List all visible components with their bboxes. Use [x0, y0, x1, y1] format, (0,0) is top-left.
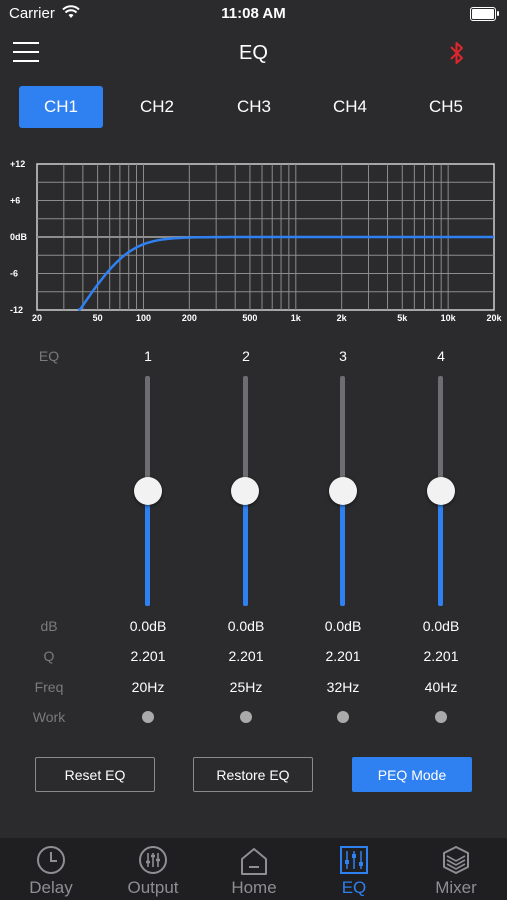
tab-label: Output	[127, 878, 179, 897]
bluetooth-icon[interactable]	[447, 40, 467, 66]
tab-ch1[interactable]: CH1	[19, 86, 103, 128]
tab-mixer[interactable]: Mixer	[416, 838, 496, 900]
band-work-toggle[interactable]	[142, 711, 154, 723]
slider-thumb[interactable]	[427, 477, 455, 505]
tab-label: Mixer	[435, 878, 477, 897]
y-axis-label: +12	[10, 159, 25, 169]
band-number: 1	[144, 348, 152, 364]
tab-ch5[interactable]: CH5	[404, 86, 488, 128]
band-db-value[interactable]: 0.0dB	[108, 618, 188, 634]
q-row-label: Q	[43, 648, 55, 664]
sliders-icon	[139, 846, 167, 874]
work-row-label: Work	[32, 709, 66, 725]
y-axis-label: +6	[10, 196, 20, 206]
y-axis-label: -12	[10, 305, 23, 315]
band-freq-value[interactable]: 40Hz	[401, 679, 481, 695]
status-bar: Carrier 11:08 AM	[0, 0, 507, 28]
band-work-toggle[interactable]	[435, 711, 447, 723]
tab-label: Home	[231, 878, 277, 897]
band-db-value[interactable]: 0.0dB	[303, 618, 383, 634]
x-axis-label: 500	[242, 313, 257, 323]
tab-ch4[interactable]: CH4	[308, 86, 392, 128]
band-q-value[interactable]: 2.201	[108, 648, 188, 664]
eq-response-graph[interactable]: +12 +6 0dB -6 -12 20 50 100 200 500 1k 2k 5k 10k 20k	[0, 150, 507, 330]
bottom-tab-bar: Delay Output Home EQ Mixer	[0, 838, 507, 900]
band-number: 2	[242, 348, 250, 364]
x-axis-label: 1k	[291, 313, 302, 323]
tab-ch3[interactable]: CH3	[212, 86, 296, 128]
tab-label: Delay	[29, 878, 73, 897]
x-axis-label: 2k	[337, 313, 348, 323]
x-axis-label: 10k	[441, 313, 457, 323]
band-work-toggle[interactable]	[240, 711, 252, 723]
band-freq-value[interactable]: 20Hz	[108, 679, 188, 695]
slider-fill	[243, 491, 248, 606]
band-db-value[interactable]: 0.0dB	[206, 618, 286, 634]
db-row-label: dB	[40, 618, 58, 634]
slider-thumb[interactable]	[231, 477, 259, 505]
band-freq-value[interactable]: 32Hz	[303, 679, 383, 695]
x-axis-label: 20k	[486, 313, 502, 323]
band-number: 3	[339, 348, 347, 364]
tab-ch2[interactable]: CH2	[115, 86, 199, 128]
tab-delay[interactable]: Delay	[11, 838, 91, 900]
slider-fill	[438, 491, 443, 606]
band-q-value[interactable]: 2.201	[401, 648, 481, 664]
x-axis-label: 50	[93, 313, 103, 323]
battery-icon	[470, 7, 499, 21]
slider-fill	[145, 491, 150, 606]
band-q-value[interactable]: 2.201	[303, 648, 383, 664]
restore-eq-button[interactable]: Restore EQ	[193, 757, 313, 792]
clock-time: 11:08 AM	[221, 5, 286, 22]
x-axis-label: 5k	[397, 313, 408, 323]
tab-eq[interactable]: EQ	[314, 838, 394, 900]
home-icon	[241, 848, 267, 875]
y-axis-label: -6	[10, 269, 18, 279]
eq-icon	[340, 846, 368, 874]
slider-fill	[340, 491, 345, 606]
band-q-value[interactable]: 2.201	[206, 648, 286, 664]
x-axis-label: 200	[182, 313, 197, 323]
band-db-value[interactable]: 0.0dB	[401, 618, 481, 634]
clock-icon	[37, 846, 65, 874]
freq-row-label: Freq	[34, 679, 64, 695]
tab-home[interactable]: Home	[214, 838, 294, 900]
band-work-toggle[interactable]	[337, 711, 349, 723]
layers-icon	[443, 846, 469, 874]
slider-thumb[interactable]	[134, 477, 162, 505]
band-number: 4	[437, 348, 445, 364]
reset-eq-button[interactable]: Reset EQ	[35, 757, 155, 792]
tab-output[interactable]: Output	[113, 838, 193, 900]
y-axis-label: 0dB	[10, 232, 28, 242]
slider-thumb[interactable]	[329, 477, 357, 505]
tab-label: EQ	[341, 878, 367, 897]
x-axis-label: 100	[136, 313, 151, 323]
eq-header-label: EQ	[38, 348, 60, 364]
page-title: EQ	[239, 42, 268, 64]
x-axis-label: 20	[32, 313, 42, 323]
peq-mode-button[interactable]: PEQ Mode	[352, 757, 472, 792]
band-freq-value[interactable]: 25Hz	[206, 679, 286, 695]
